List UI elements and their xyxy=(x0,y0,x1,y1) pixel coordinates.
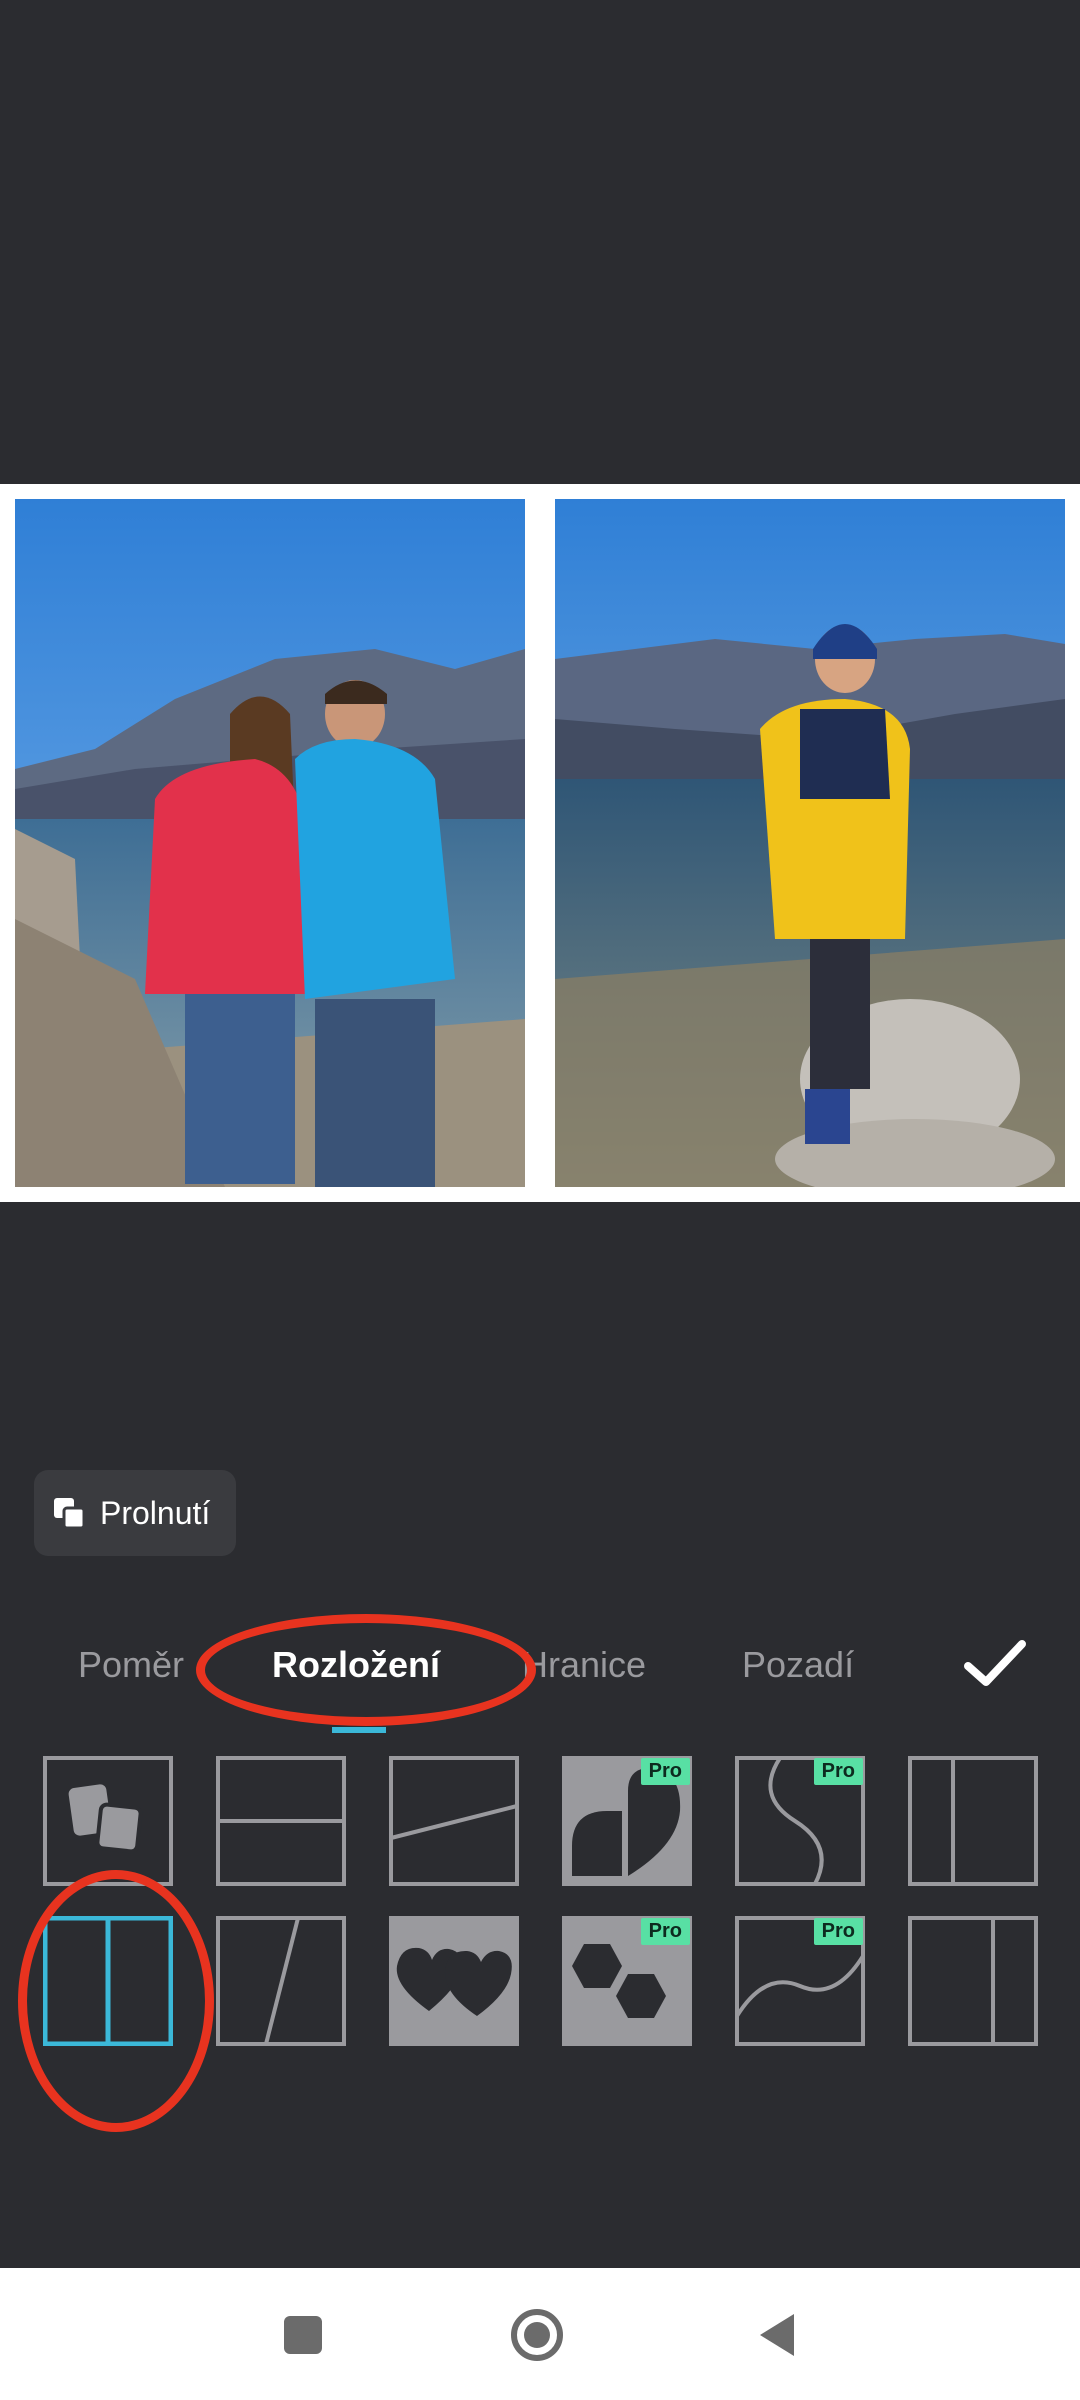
collage-preview[interactable] xyxy=(0,484,1080,1202)
editor-canvas: Prolnutí xyxy=(0,0,1080,1596)
tab-layout[interactable]: Rozložení xyxy=(272,1644,440,1686)
pro-badge: Pro xyxy=(640,1758,690,1785)
home-icon[interactable] xyxy=(510,2308,564,2362)
system-nav-bar xyxy=(0,2268,1080,2400)
layout-vertical-split-selected[interactable] xyxy=(43,1916,173,2046)
recent-apps-icon[interactable] xyxy=(276,2308,330,2362)
back-icon[interactable] xyxy=(752,2308,806,2362)
tab-bar: Poměr Rozložení Hranice Pozadí xyxy=(0,1596,1080,1736)
tab-background[interactable]: Pozadí xyxy=(742,1644,854,1686)
active-tab-indicator xyxy=(332,1727,386,1733)
blend-button[interactable]: Prolnutí xyxy=(34,1470,236,1556)
pro-badge: Pro xyxy=(813,1758,863,1785)
layout-two-hearts[interactable] xyxy=(389,1916,519,2046)
pro-badge: Pro xyxy=(813,1918,863,1945)
layout-freestyle[interactable] xyxy=(43,1756,173,1886)
layout-vertical-split-right[interactable] xyxy=(908,1756,1038,1886)
blend-icon xyxy=(52,1496,86,1530)
layout-wave-curve[interactable]: Pro xyxy=(735,1916,865,2046)
layout-panel: Poměr Rozložení Hranice Pozadí Pro Pro P… xyxy=(0,1596,1080,2268)
collage-photo-right[interactable] xyxy=(555,499,1065,1187)
layout-diagonal-horizontal[interactable] xyxy=(389,1756,519,1886)
layout-diagonal-vertical[interactable] xyxy=(216,1916,346,2046)
tab-ratio[interactable]: Poměr xyxy=(78,1644,184,1686)
layout-s-curve[interactable]: Pro xyxy=(735,1756,865,1886)
check-icon[interactable] xyxy=(960,1634,1030,1694)
layout-heart-shape[interactable]: Pro xyxy=(562,1756,692,1886)
blend-button-label: Prolnutí xyxy=(100,1494,211,1531)
pro-badge: Pro xyxy=(640,1918,690,1945)
tab-border[interactable]: Hranice xyxy=(522,1644,646,1686)
layout-hexagons[interactable]: Pro xyxy=(562,1916,692,2046)
layout-horizontal-split[interactable] xyxy=(216,1756,346,1886)
collage-photo-left[interactable] xyxy=(15,499,525,1187)
layout-vertical-split-right-2[interactable] xyxy=(908,1916,1038,2046)
